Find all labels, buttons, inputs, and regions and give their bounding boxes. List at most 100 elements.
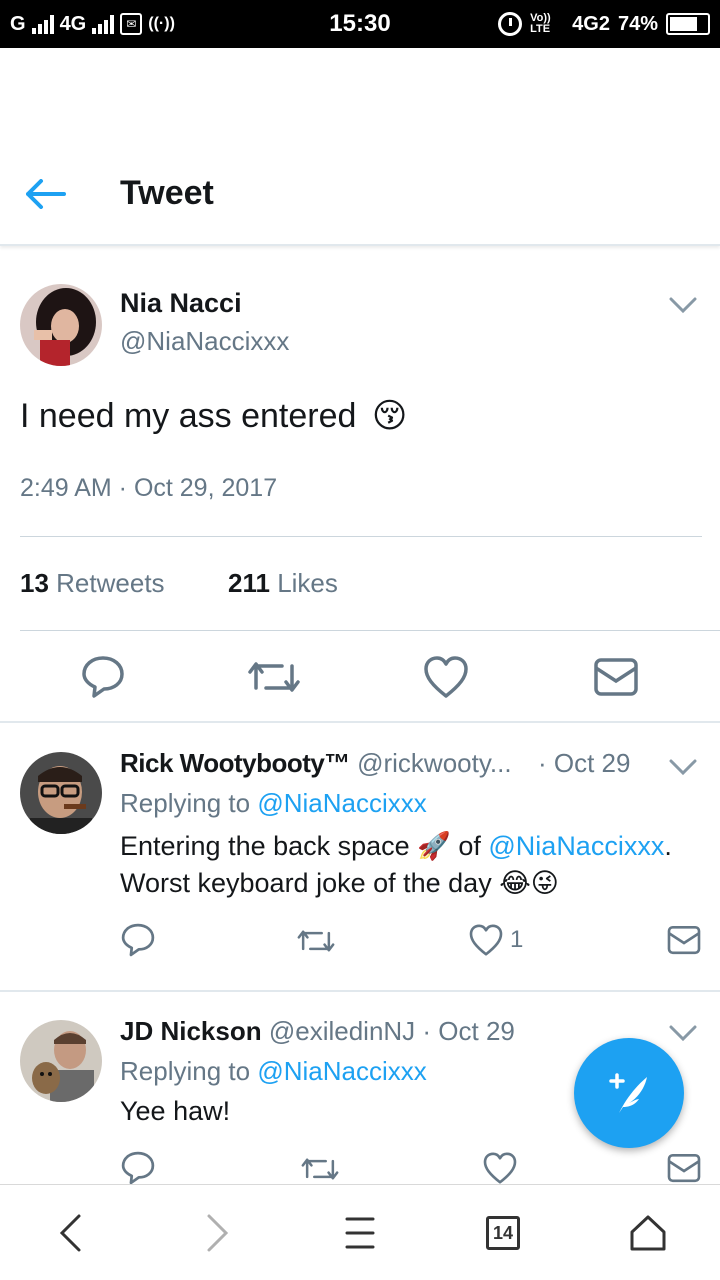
likes-stat[interactable]: 211 Likes (228, 568, 338, 599)
reply1-like-count: 1 (510, 926, 524, 953)
reply2-replying-to: Replying to @NiaNaccixxx (120, 1056, 427, 1087)
main-tweet-timestamp[interactable]: 2:49 AM · Oct 29, 2017 (20, 474, 277, 503)
main-dm-button[interactable] (592, 654, 640, 700)
reply1-replying-to: Replying to @NiaNaccixxx (120, 788, 427, 819)
reply1-line1-text: Entering the back space (120, 831, 410, 861)
browser-home-button[interactable] (598, 1185, 698, 1280)
reply1-line1-of: of (458, 831, 481, 861)
divider (20, 536, 702, 537)
app-header: Tweet (0, 48, 720, 246)
reply1-display-name[interactable]: Rick Wootybooty™ (120, 748, 350, 778)
browser-forward-button[interactable] (168, 1185, 268, 1280)
page-title: Tweet (120, 174, 214, 212)
battery-percent: 74% (617, 12, 658, 35)
chevron-down-icon (669, 759, 697, 776)
reply2-dm-button[interactable] (666, 1150, 702, 1186)
carrier2-label: 4G (59, 12, 87, 35)
reply1-line1-end: . (664, 831, 672, 861)
reply-icon (82, 656, 124, 698)
reply1-retweet-button[interactable] (296, 924, 336, 958)
reply1-line1-emoji: 🚀 (417, 831, 451, 861)
reply2-display-name[interactable]: JD Nickson (120, 1016, 262, 1046)
reply1-options[interactable] (668, 752, 698, 782)
carrier1-label: G (10, 12, 26, 35)
retweet-icon (297, 930, 335, 952)
chevron-down-icon (669, 297, 697, 314)
main-tweet-options[interactable] (668, 290, 698, 320)
avatar-image (20, 1020, 102, 1102)
tweet-body: I need my ass entered (20, 397, 357, 435)
browser-menu-button[interactable] (310, 1185, 410, 1280)
reply1-header: Rick Wootybooty™ @rickwooty... (120, 748, 512, 779)
main-tweet-handle[interactable]: @NiaNaccixxx (120, 326, 289, 357)
notification-icon: ✉ (120, 13, 143, 35)
reply2-retweet-button[interactable] (300, 1152, 340, 1186)
chevron-down-icon (669, 1025, 697, 1042)
divider (20, 630, 720, 631)
reply2-date[interactable]: · Oct 29 (422, 1016, 514, 1046)
retweet-icon (301, 1158, 339, 1180)
reply1-line2-emoji: 😂😜 (499, 868, 559, 898)
avatar-image (20, 752, 102, 834)
reply1-line1-mention[interactable]: @NiaNaccixxx (488, 831, 664, 861)
divider (0, 990, 720, 992)
compose-tweet-button[interactable] (574, 1038, 684, 1148)
main-like-button[interactable] (422, 654, 470, 700)
tab-count: 14 (492, 1222, 514, 1243)
retweet-icon (248, 662, 300, 692)
reply2-options[interactable] (668, 1018, 698, 1048)
tweet-emoji: 😚 (371, 397, 408, 435)
like-icon (469, 924, 503, 956)
replying-mention[interactable]: @NiaNaccixxx (257, 788, 426, 818)
browser-tabs-button[interactable]: 14 (453, 1185, 553, 1280)
browser-forward-icon (207, 1214, 229, 1252)
reply1-avatar[interactable] (20, 752, 102, 834)
divider (0, 721, 720, 723)
alarm-icon (498, 12, 523, 36)
main-reply-button[interactable] (80, 654, 126, 700)
reply1-reply-button[interactable] (120, 922, 156, 958)
likes-count: 211 (228, 568, 270, 598)
reply2-text: Yee haw! (120, 1096, 231, 1126)
reply1-date[interactable]: · Oct 29 (538, 748, 630, 779)
signal-strength-icon (31, 14, 54, 34)
main-retweet-button[interactable] (246, 654, 302, 700)
reply1-handle[interactable]: @rickwooty... (357, 748, 512, 778)
direct-message-icon (667, 925, 701, 955)
main-tweet-avatar[interactable] (20, 284, 102, 366)
reply2-like-button[interactable] (482, 1150, 518, 1186)
battery-fill (670, 17, 697, 31)
retweets-stat[interactable]: 13 Retweets (20, 568, 165, 599)
replying-prefix: Replying to (120, 1056, 251, 1086)
reply-icon (121, 923, 155, 957)
retweets-count: 13 (20, 568, 49, 598)
direct-message-icon (594, 658, 638, 696)
reply1-line2-text: Worst keyboard joke of the day (120, 868, 492, 898)
reply2-handle[interactable]: @exiledinNJ (269, 1016, 415, 1046)
back-button[interactable] (24, 172, 68, 216)
main-tweet-display-name[interactable]: Nia Nacci (120, 288, 242, 319)
replying-mention[interactable]: @NiaNaccixxx (257, 1056, 426, 1086)
reply1-text-line1: Entering the back space 🚀 of @NiaNaccixx… (120, 830, 672, 862)
avatar-image (20, 284, 102, 366)
home-icon (630, 1215, 666, 1251)
direct-message-icon (667, 1153, 701, 1183)
reply2-header: JD Nickson @exiledinNJ · Oct 29 (120, 1016, 515, 1047)
likes-label: Likes (277, 568, 338, 598)
reply2-avatar[interactable] (20, 1020, 102, 1102)
browser-bottom-bar: 14 (0, 1184, 720, 1280)
reply1-dm-button[interactable] (666, 922, 702, 958)
signal-strength-2-icon (92, 14, 115, 34)
reply-icon (121, 1151, 155, 1185)
reply2-reply-button[interactable] (120, 1150, 156, 1186)
like-icon (424, 656, 468, 698)
menu-icon (345, 1217, 375, 1249)
compose-tweet-icon (609, 1073, 647, 1113)
retweets-label: Retweets (56, 568, 165, 598)
status-bar: G 4G ✉ ((·)) 15:30 Vo)) LTE 4G2 74% (0, 0, 720, 48)
reply1-like-button[interactable]: 1 (468, 922, 523, 958)
reply1-text-line2: Worst keyboard joke of the day 😂😜 (120, 868, 559, 899)
status-right: Vo)) LTE 4G2 74% (498, 12, 710, 36)
main-tweet-text: I need my ass entered 😚 (20, 396, 407, 436)
browser-back-button[interactable] (20, 1185, 120, 1280)
